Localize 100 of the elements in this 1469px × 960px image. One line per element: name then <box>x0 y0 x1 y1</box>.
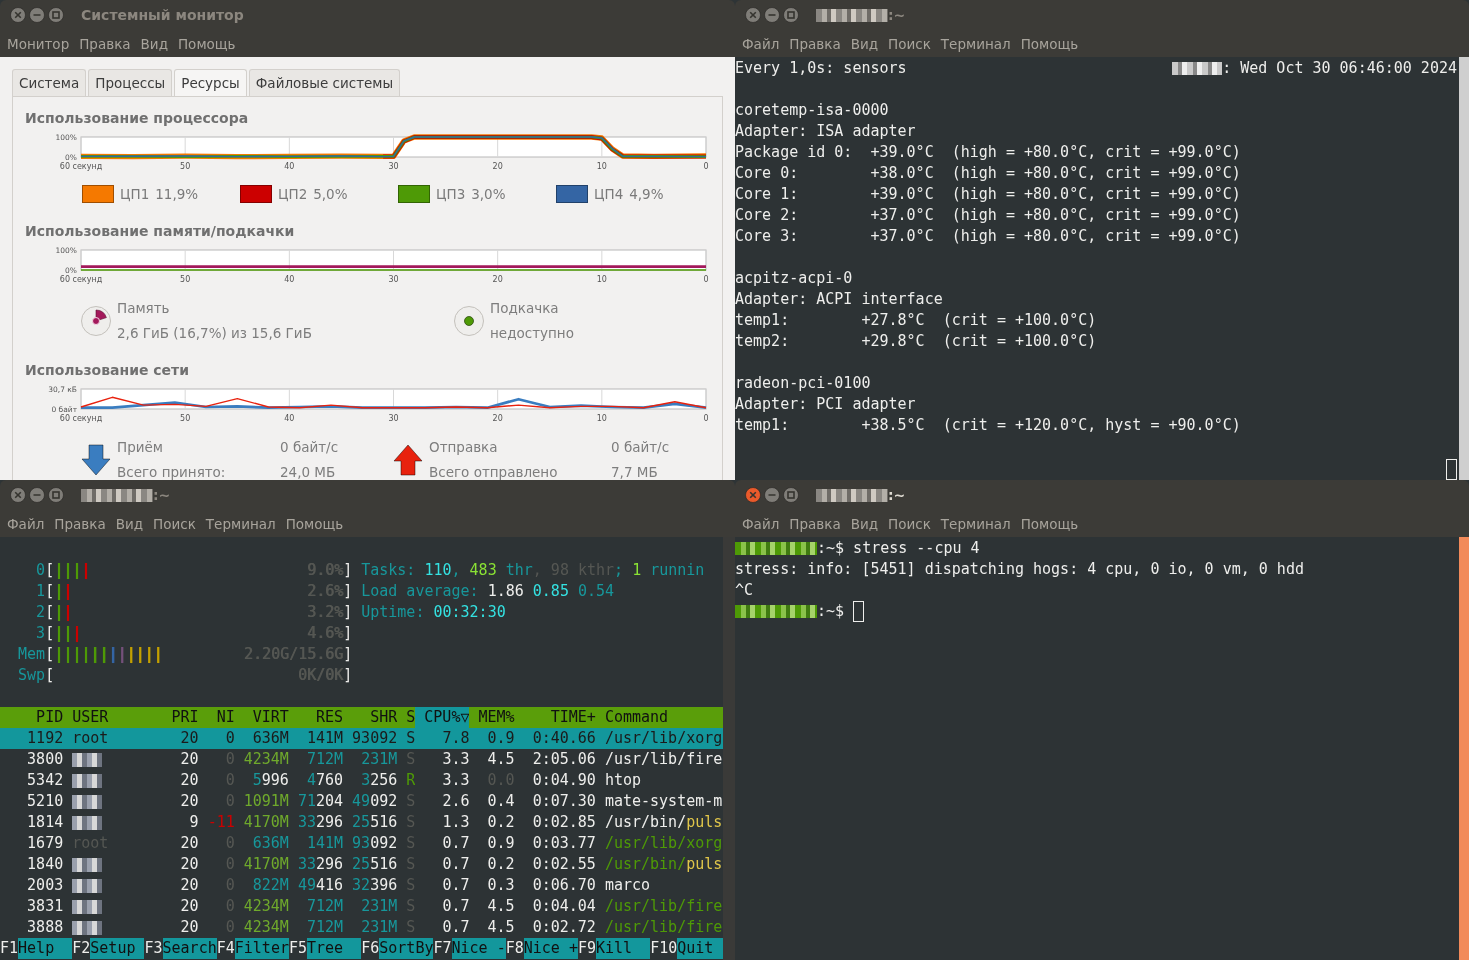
table-cell-text: 93092 <box>351 833 398 854</box>
axis-label: 20 <box>492 162 503 171</box>
memory-label: Память <box>117 299 171 318</box>
memory-value: 2,6 ГиБ (16,7%) из 15,6 ГиБ <box>117 324 312 343</box>
terminal-line: radeon-pci-0100 <box>735 373 872 394</box>
table-cell-text: 1840 <box>26 854 64 875</box>
terminal-line: acpitz-acpi-0 <box>735 268 854 289</box>
table-cell-text: 0:02.55 <box>531 854 596 875</box>
clock-text: : Wed Oct 30 06:46:00 2024 <box>1172 58 1457 79</box>
terminal-line: stress: info: [5451] dispatching hogs: 4 cpu, 0 io, 0 vm, 0 hdd <box>735 559 1304 580</box>
table-cell-text: -11 <box>206 812 235 833</box>
legend-value: 4,9% <box>629 185 664 204</box>
table-cell-text: 0.7 <box>441 875 470 896</box>
table-cell-text: 5996 <box>251 770 289 791</box>
section-heading: Использование сети <box>25 361 191 380</box>
terminal-line: Core 3: +37.0°C (high = +80.0°C, crit = +99.0°C) <box>735 226 1242 247</box>
terminal-line: temp2: +29.8°C (crit = +100.0°C) <box>735 331 1098 352</box>
traffic-label: Отправка <box>429 438 499 457</box>
table-cell-text: root <box>72 728 110 749</box>
table-cell-text: 712M <box>305 896 344 917</box>
terminal-line: Adapter: ISA adapter <box>735 121 917 142</box>
prompt-line: :~$ stress --cpu 4 <box>735 538 980 559</box>
traffic-rate: 0 байт/с <box>280 438 339 457</box>
table-cell-text: 3800 <box>26 749 64 770</box>
table-cell-text: 3.3 <box>441 749 470 770</box>
legend-label: ЦП4 <box>594 185 624 204</box>
legend-value: 11,9% <box>155 185 199 204</box>
axis-label: 30 <box>388 414 399 423</box>
axis-label: 0 <box>703 275 709 284</box>
section-heading: Использование процессора <box>25 109 250 128</box>
table-cell-text: S <box>405 728 416 749</box>
table-cell-text: 20 <box>179 917 199 938</box>
table-cell-text: 7.8 <box>441 728 470 749</box>
table-cell-text: 0.7 <box>441 917 470 938</box>
traffic-total: 7,7 МБ <box>611 463 659 480</box>
table-cell-text: 32396 <box>351 875 398 896</box>
table-cell-text: 0.2 <box>486 854 515 875</box>
status-line: Uptime: 00:32:30 <box>361 602 507 623</box>
axis-label: 0 <box>703 414 709 423</box>
table-cell-text: 231M <box>360 917 398 938</box>
table-cell: /usr/lib/xorg <box>604 728 723 749</box>
table-cell-text: 4234M <box>242 749 289 770</box>
table-cell-text: 0 <box>224 728 235 749</box>
table-cell-text: 93092 <box>351 728 398 749</box>
table-cell-text: 822M <box>251 875 289 896</box>
table-cell-text: 4170M <box>242 854 289 875</box>
table-cell-text: 712M <box>305 917 344 938</box>
table-cell-text: 2:05.06 <box>531 749 596 770</box>
legend-value: 3,0% <box>471 185 506 204</box>
table-cell-text: 20 <box>179 749 199 770</box>
swap-value: недоступно <box>490 324 574 343</box>
table-cell-text: 20 <box>179 875 199 896</box>
terminal-line: Adapter: ACPI interface <box>735 289 944 310</box>
axis-label: 40 <box>284 162 295 171</box>
terminal-line: Adapter: PCI adapter <box>735 394 917 415</box>
table-cell-text: 0.9 <box>486 833 515 854</box>
table-cell-text: 636M <box>251 728 289 749</box>
legend-label: ЦП1 <box>120 185 150 204</box>
table-cell-text: 0.9 <box>486 728 515 749</box>
table-cell-text: 0:06.70 <box>531 875 596 896</box>
table-cell-text: 3.3 <box>441 770 470 791</box>
prompt-line: :~$ <box>735 601 845 622</box>
traffic-total-label: Всего отправлено <box>429 463 559 480</box>
table-cell-text: 1679 <box>26 833 64 854</box>
axis-label: 30 <box>388 275 399 284</box>
table-cell-text: 49416 <box>296 875 344 896</box>
axis-label: 10 <box>596 162 607 171</box>
table-cell-text: 0:04.04 <box>531 896 596 917</box>
table-cell-text: 0:02.85 <box>531 812 596 833</box>
table-cell-text: 1192 <box>26 728 64 749</box>
table-cell-text: 231M <box>360 749 398 770</box>
table-cell-text: 71204 <box>296 791 344 812</box>
table-cell: mate-system-m <box>604 791 723 812</box>
axis-label: 10 <box>596 275 607 284</box>
window-title: Системный монитор <box>81 5 244 25</box>
terminal-line: Core 0: +38.0°C (high = +80.0°C, crit = +99.0°C) <box>735 163 1242 184</box>
terminal-line: temp1: +38.5°C (crit = +120.0°C, hyst = +90.0°C) <box>735 415 1242 436</box>
terminal-line: coretemp-isa-0000 <box>735 100 890 121</box>
status-line: Load average: 1.86 0.85 0.54 <box>361 581 616 602</box>
axis-label: 20 <box>492 275 503 284</box>
table-cell-text: 0:07.30 <box>531 791 596 812</box>
table-cell-text: 2003 <box>26 875 64 896</box>
table-cell-text: 1814 <box>26 812 64 833</box>
table-cell-text: 4234M <box>242 896 289 917</box>
axis-label: 60 секунд <box>59 162 103 171</box>
table-cell: /usr/lib/fire <box>604 896 723 917</box>
table-cell-text: htop <box>604 770 642 791</box>
traffic-rate: 0 байт/с <box>611 438 670 457</box>
table-cell-text: 4.5 <box>486 896 515 917</box>
table-cell-text: 4.5 <box>486 917 515 938</box>
table-cell: /usr/lib/xorg <box>604 833 723 854</box>
traffic-total-label: Всего принято: <box>117 463 227 480</box>
table-cell-text: 20 <box>179 770 199 791</box>
table-cell: /usr/lib/fire <box>604 917 723 938</box>
table-cell-text: 0.2 <box>486 812 515 833</box>
table-cell: /usr/bin/puls <box>604 854 723 875</box>
table-cell: /usr/lib/fire <box>604 749 723 770</box>
terminal-line: Every 1,0s: sensors <box>735 58 907 79</box>
table-cell-text: 5210 <box>26 791 64 812</box>
table-cell-text: 20 <box>179 833 199 854</box>
